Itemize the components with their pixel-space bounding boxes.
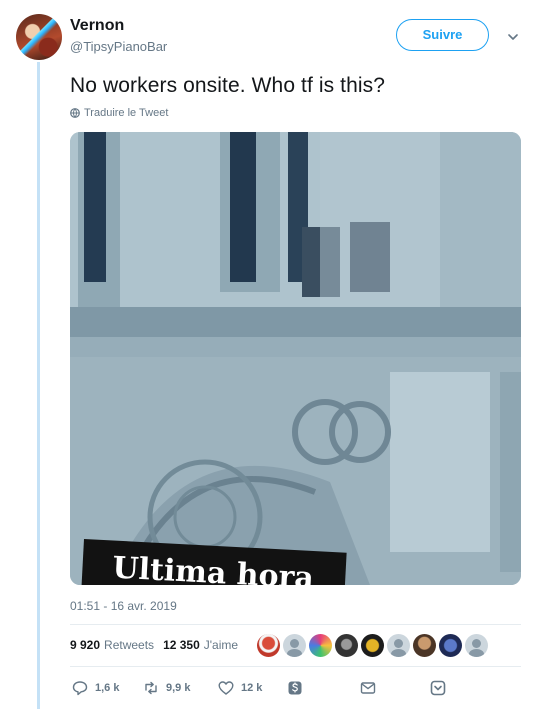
globe-icon — [70, 108, 80, 118]
liker-avatar[interactable] — [257, 634, 280, 657]
divider-bottom — [70, 666, 521, 667]
retweets-label[interactable]: Retweets — [104, 638, 154, 652]
liker-avatar[interactable] — [335, 634, 358, 657]
retweet-icon — [145, 681, 157, 695]
retweet-button[interactable]: 9,9 k — [143, 680, 190, 696]
engagement-stats: 9 920 Retweets 12 350 J'aime — [70, 638, 238, 652]
tweet-timestamp[interactable]: 01:51 - 16 avr. 2019 — [70, 599, 177, 613]
liker-avatar[interactable] — [413, 634, 436, 657]
thread-line — [37, 62, 40, 709]
tweet-video[interactable]: Ultima hora — [70, 132, 521, 585]
author-handle[interactable]: @TipsyPianoBar — [70, 39, 167, 54]
heart-icon — [218, 681, 234, 695]
translate-label: Traduire le Tweet — [84, 107, 169, 119]
dollar-button[interactable] — [287, 680, 303, 696]
share-icon — [430, 680, 446, 696]
chevron-down-icon[interactable] — [506, 30, 520, 44]
liker-avatar[interactable] — [439, 634, 462, 657]
follow-button[interactable]: Suivre — [396, 19, 489, 51]
dollar-icon — [288, 681, 302, 695]
retweet-count: 9,9 k — [166, 682, 191, 694]
message-button[interactable] — [360, 680, 376, 696]
divider-top — [70, 624, 521, 625]
author-name[interactable]: Vernon — [70, 17, 124, 35]
reply-count: 1,6 k — [95, 682, 120, 694]
liker-avatars — [257, 634, 488, 657]
liker-avatar[interactable] — [309, 634, 332, 657]
like-button[interactable]: 12 k — [218, 680, 262, 696]
tweet-text: No workers onsite. Who tf is this? — [70, 74, 386, 97]
like-count: 12 k — [241, 682, 263, 694]
liker-avatar[interactable] — [465, 634, 488, 657]
tweet-actions: 1,6 k 9,9 k 12 k — [70, 680, 521, 700]
likes-label[interactable]: J'aime — [204, 638, 238, 652]
translate-link[interactable]: Traduire le Tweet — [70, 107, 168, 119]
retweets-count[interactable]: 9 920 — [70, 638, 100, 652]
author-avatar[interactable] — [16, 14, 62, 60]
share-button[interactable] — [430, 680, 446, 696]
reply-button[interactable]: 1,6 k — [72, 680, 119, 696]
likes-count[interactable]: 12 350 — [163, 638, 200, 652]
envelope-icon — [360, 682, 376, 694]
video-frame — [70, 132, 521, 585]
liker-avatar[interactable] — [387, 634, 410, 657]
liker-avatar[interactable] — [361, 634, 384, 657]
reply-icon — [72, 681, 88, 696]
liker-avatar[interactable] — [283, 634, 306, 657]
